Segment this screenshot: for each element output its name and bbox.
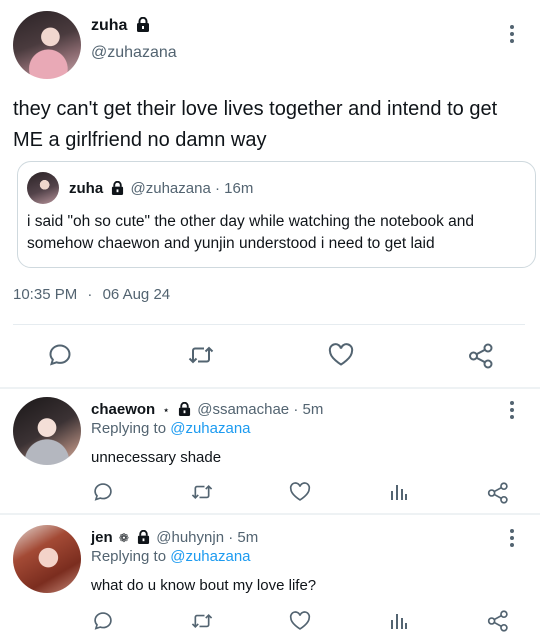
replying-to-handle[interactable]: @zuhazana bbox=[170, 548, 250, 565]
more-icon[interactable] bbox=[509, 401, 515, 422]
lock-icon bbox=[112, 181, 124, 195]
lock-icon bbox=[138, 530, 150, 544]
more-icon[interactable] bbox=[509, 25, 515, 46]
tweet-text: they can't get their love lives together… bbox=[13, 98, 498, 151]
reply-button[interactable] bbox=[93, 611, 113, 631]
retweet-icon bbox=[191, 613, 213, 629]
reply-icon bbox=[94, 612, 112, 630]
quoted-tweet-text: i said "oh so cute" the other day while … bbox=[27, 213, 475, 252]
reply-author-handle[interactable]: @huhynjn bbox=[156, 529, 224, 546]
replying-to-handle[interactable]: @zuhazana bbox=[170, 420, 250, 437]
analytics-icon bbox=[391, 614, 407, 629]
share-icon bbox=[469, 343, 493, 369]
star-icon: ⋆ bbox=[162, 403, 170, 417]
quoted-timestamp: 16m bbox=[224, 180, 254, 197]
tweet-meta: 10:35 PM · 06 Aug 24 bbox=[13, 286, 170, 303]
reply-author-name[interactable]: chaewon bbox=[91, 401, 155, 418]
lock-icon bbox=[178, 402, 191, 416]
reply-text: unnecessary shade bbox=[91, 449, 222, 466]
analytics-icon bbox=[391, 485, 407, 500]
tweet-time: 10:35 PM bbox=[13, 286, 78, 303]
like-button[interactable] bbox=[289, 611, 311, 631]
quoted-avatar bbox=[27, 172, 59, 204]
quoted-author-line: zuha @zuhazana · 16m bbox=[69, 180, 253, 197]
like-button[interactable] bbox=[328, 343, 354, 367]
reply-author-name[interactable]: jen bbox=[91, 529, 113, 546]
replying-to-label: Replying to bbox=[91, 548, 167, 565]
reply-icon bbox=[94, 483, 112, 501]
separator: · bbox=[228, 529, 234, 546]
lock-icon bbox=[136, 17, 149, 32]
author-name[interactable]: zuha bbox=[91, 17, 127, 34]
share-icon bbox=[487, 482, 508, 504]
divider bbox=[13, 324, 525, 325]
separator: · bbox=[214, 180, 220, 197]
replying-to-label: Replying to bbox=[91, 420, 167, 437]
retweet-button[interactable] bbox=[191, 482, 213, 502]
avatar[interactable] bbox=[13, 11, 81, 79]
avatar[interactable] bbox=[13, 397, 81, 465]
replying-to: Replying to @zuhazana bbox=[91, 548, 251, 565]
reply-author-line: jen ❁ @huhynjn · 5m bbox=[91, 529, 258, 546]
more-icon[interactable] bbox=[509, 529, 515, 550]
quoted-author-name: zuha bbox=[69, 180, 104, 197]
author-handle[interactable]: @zuhazana bbox=[91, 44, 177, 62]
retweet-icon bbox=[188, 346, 214, 364]
tweet-date: 06 Aug 24 bbox=[102, 286, 171, 303]
separator: · bbox=[87, 286, 93, 303]
reply-timestamp: 5m bbox=[302, 401, 324, 418]
reply-text: what do u know bout my love life? bbox=[91, 577, 317, 594]
like-button[interactable] bbox=[289, 482, 311, 502]
avatar[interactable] bbox=[13, 525, 81, 593]
share-button[interactable] bbox=[487, 482, 509, 504]
retweet-icon bbox=[191, 484, 213, 500]
quoted-author-handle: @zuhazana bbox=[130, 180, 211, 197]
share-icon bbox=[487, 610, 508, 632]
author-line: zuha bbox=[91, 17, 150, 35]
divider bbox=[0, 513, 540, 515]
flower-icon: ❁ bbox=[118, 531, 129, 545]
share-button[interactable] bbox=[487, 610, 509, 632]
reply-button[interactable] bbox=[48, 343, 72, 367]
retweet-button[interactable] bbox=[188, 343, 214, 367]
reply-icon bbox=[49, 344, 71, 366]
separator: · bbox=[293, 401, 299, 418]
replying-to: Replying to @zuhazana bbox=[91, 420, 251, 437]
analytics-button[interactable] bbox=[390, 612, 408, 630]
divider bbox=[0, 387, 540, 389]
retweet-button[interactable] bbox=[191, 611, 213, 631]
analytics-button[interactable] bbox=[390, 483, 408, 501]
reply-timestamp: 5m bbox=[237, 529, 259, 546]
reply-author-handle[interactable]: @ssamachae bbox=[197, 401, 289, 418]
like-icon bbox=[289, 611, 311, 630]
like-icon bbox=[328, 343, 354, 366]
reply-button[interactable] bbox=[93, 482, 113, 502]
share-button[interactable] bbox=[468, 343, 494, 369]
like-icon bbox=[289, 482, 311, 501]
reply-author-line: chaewon ⋆ @ssamachae · 5m bbox=[91, 401, 323, 418]
